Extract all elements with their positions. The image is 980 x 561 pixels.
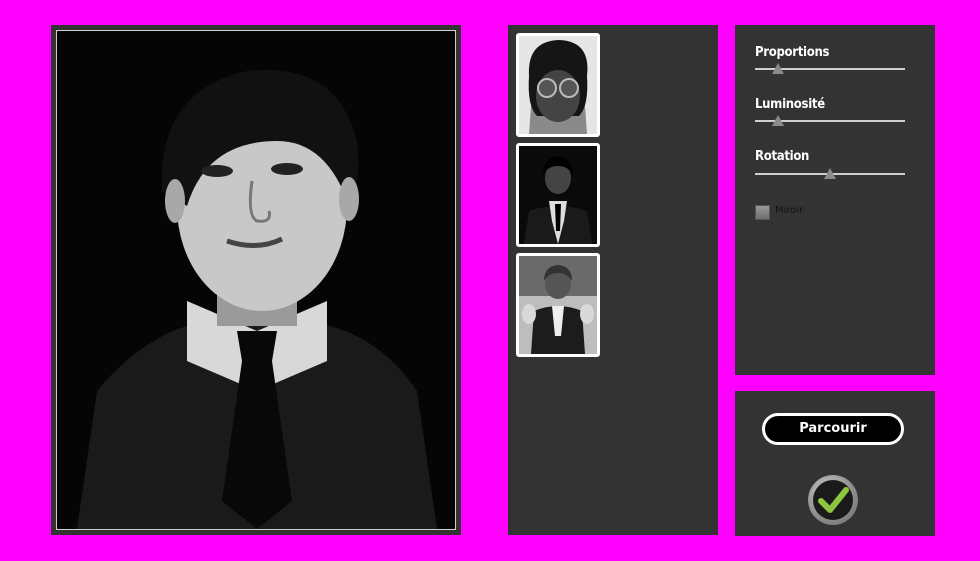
thumbnail-round-glasses[interactable] [516,33,600,137]
photo-preview-panel [51,25,461,535]
slider-handle[interactable] [771,115,784,126]
confirm-button[interactable] [808,475,858,525]
slider-handle[interactable] [824,168,836,179]
actions-panel: Parcourir [735,391,935,536]
slider-handle[interactable] [771,63,784,74]
luminosity-label: Luminosité [755,97,825,112]
rotation-slider[interactable] [755,168,905,182]
portrait-image [57,31,455,529]
adjustments-panel: Proportions Luminosité Rotation Miroir [735,25,935,375]
thumbnail-image [519,36,597,134]
proportions-slider[interactable] [755,63,905,77]
thumbnail-image [519,146,597,244]
browse-button[interactable]: Parcourir [762,413,904,445]
photo-preview [56,30,456,530]
mirror-label: Miroir [775,205,804,216]
rotation-label: Rotation [755,149,810,164]
proportions-label: Proportions [755,45,830,60]
template-gallery [508,25,718,535]
mirror-checkbox[interactable] [755,205,770,220]
thumbnail-suit-tie[interactable] [516,143,600,247]
luminosity-slider[interactable] [755,115,905,129]
checkmark-icon [818,487,849,513]
thumbnail-image [519,256,597,354]
thumbnail-thumbs-up[interactable] [516,253,600,357]
